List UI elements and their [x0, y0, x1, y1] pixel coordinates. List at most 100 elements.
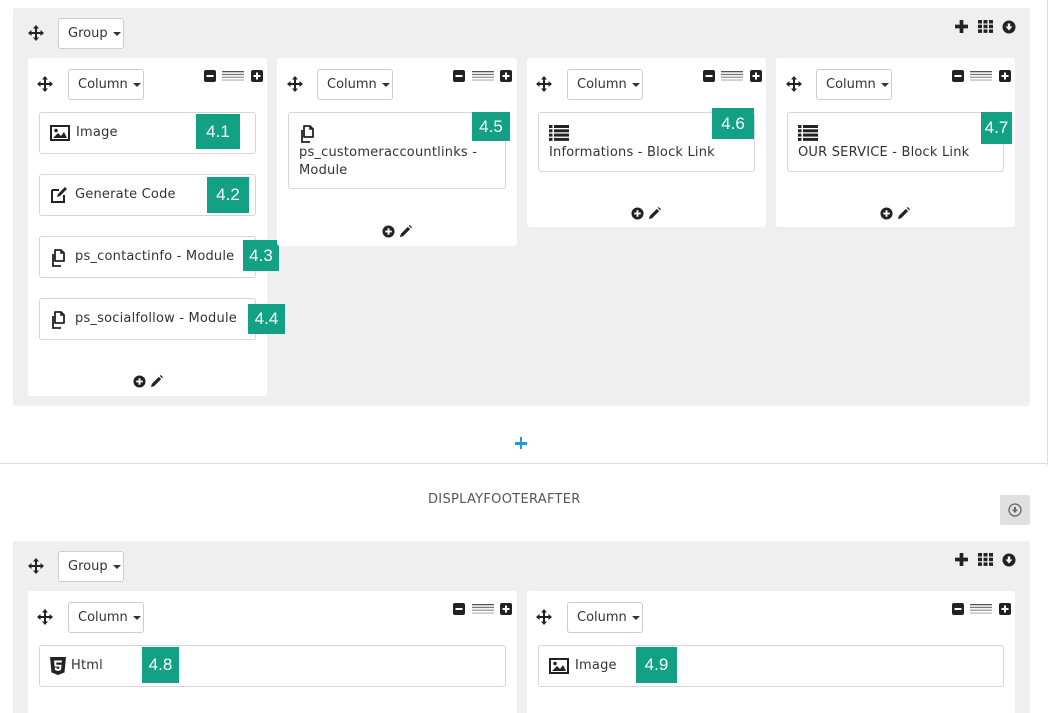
column-dropdown[interactable]: Column — [68, 69, 144, 100]
add-group-plus-icon-v — [519, 437, 523, 449]
collapse-down-icon — [1008, 503, 1022, 517]
block-number-badge: 4.9 — [636, 647, 677, 683]
block-number-badge: 4.6 — [712, 108, 754, 139]
minus-icon[interactable] — [952, 603, 964, 615]
module-icon — [50, 249, 68, 267]
block-number-badge: 4.3 — [243, 240, 279, 271]
move-icon[interactable] — [536, 76, 552, 92]
column-dropdown[interactable]: Column — [567, 69, 643, 100]
minus-icon[interactable] — [453, 603, 465, 615]
width-lines-icon — [472, 71, 494, 81]
block-label-line1: ps_customeraccountlinks - — [299, 145, 478, 160]
module-icon — [299, 125, 317, 143]
add-group-button[interactable] — [515, 437, 527, 449]
block-label: ps_contactinfo - Module — [75, 249, 235, 264]
group-dropdown-label: Group — [68, 26, 108, 41]
caret-down-icon — [381, 83, 390, 87]
plus-icon[interactable] — [251, 70, 263, 82]
column-dropdown[interactable]: Column — [68, 602, 144, 633]
column-layout-icon[interactable] — [978, 20, 993, 33]
minus-icon[interactable] — [453, 70, 465, 82]
add-block-icon[interactable] — [382, 225, 395, 238]
list-icon — [798, 125, 818, 141]
plus-icon[interactable] — [500, 603, 512, 615]
block-number-badge: 4.8 — [142, 647, 179, 683]
add-column-icon[interactable] — [955, 20, 968, 33]
block-label: Html — [71, 658, 103, 673]
hook-border-right — [1047, 0, 1048, 465]
edit-pencil-icon[interactable] — [399, 225, 412, 238]
plus-icon[interactable] — [750, 70, 762, 82]
move-icon[interactable] — [536, 609, 552, 625]
block-label: Image — [76, 125, 118, 140]
caret-down-icon — [112, 32, 121, 36]
column-dropdown[interactable]: Column — [317, 69, 393, 100]
plus-icon[interactable] — [999, 603, 1011, 615]
move-icon[interactable] — [28, 558, 44, 574]
group-dropdown-label: Group — [68, 559, 108, 574]
block-socialfollow[interactable]: ps_socialfollow - Module — [39, 298, 256, 340]
minus-icon[interactable] — [703, 70, 715, 82]
column-1 — [28, 58, 267, 396]
column-dropdown[interactable]: Column — [567, 602, 643, 633]
minus-icon[interactable] — [952, 70, 964, 82]
block-contactinfo[interactable]: ps_contactinfo - Module — [39, 236, 256, 278]
hook-collapse-button[interactable] — [1000, 495, 1030, 525]
column-dropdown-label: Column — [826, 77, 876, 92]
column-layout-icon[interactable] — [978, 553, 993, 566]
width-lines-icon — [970, 71, 992, 81]
column-dropdown-label: Column — [78, 610, 128, 625]
html5-icon — [50, 657, 66, 675]
collapse-down-icon[interactable] — [1002, 553, 1016, 567]
minus-icon[interactable] — [204, 70, 216, 82]
add-block-icon[interactable] — [133, 375, 146, 388]
caret-down-icon — [132, 83, 141, 87]
block-label: Informations - Block Link — [549, 145, 715, 160]
block-number-badge: 4.4 — [248, 304, 285, 334]
block-image[interactable]: Image — [538, 645, 1004, 687]
group-dropdown[interactable]: Group — [58, 551, 124, 582]
block-number-badge: 4.1 — [196, 114, 240, 149]
column-dropdown-label: Column — [577, 610, 627, 625]
plus-icon[interactable] — [500, 70, 512, 82]
add-block-icon[interactable] — [631, 207, 644, 220]
add-block-icon[interactable] — [880, 207, 893, 220]
block-label: OUR SERVICE - Block Link — [798, 145, 970, 160]
edit-pencil-icon[interactable] — [897, 207, 910, 220]
edit-pencil-icon[interactable] — [648, 207, 661, 220]
width-lines-icon — [721, 71, 743, 81]
move-icon[interactable] — [287, 76, 303, 92]
add-column-icon[interactable] — [955, 553, 968, 566]
column-dropdown-label: Column — [577, 77, 627, 92]
column-dropdown-label: Column — [327, 77, 377, 92]
plus-icon[interactable] — [999, 70, 1011, 82]
block-our-service[interactable]: OUR SERVICE - Block Link — [787, 112, 1004, 172]
caret-down-icon — [132, 616, 141, 620]
block-label: ps_socialfollow - Module — [75, 311, 237, 326]
block-number-badge: 4.2 — [207, 177, 249, 213]
move-icon[interactable] — [37, 76, 53, 92]
block-label: Image — [575, 658, 617, 673]
module-icon — [50, 311, 68, 329]
move-icon[interactable] — [786, 76, 802, 92]
column-dropdown-label: Column — [78, 77, 128, 92]
group-dropdown[interactable]: Group — [58, 18, 124, 49]
block-html[interactable]: Html — [39, 645, 506, 687]
column-dropdown[interactable]: Column — [816, 69, 892, 100]
caret-down-icon — [631, 83, 640, 87]
edit-icon — [50, 186, 68, 204]
collapse-down-icon[interactable] — [1002, 20, 1016, 34]
edit-pencil-icon[interactable] — [150, 375, 163, 388]
image-icon — [50, 125, 70, 141]
width-lines-icon — [970, 604, 992, 614]
block-label: Generate Code — [75, 187, 176, 202]
move-icon[interactable] — [37, 609, 53, 625]
hook-title: DISPLAYFOOTERAFTER — [428, 492, 581, 507]
move-icon[interactable] — [28, 25, 44, 41]
hook-separator — [0, 463, 1047, 464]
caret-down-icon — [112, 565, 121, 569]
block-number-badge: 4.5 — [472, 112, 510, 141]
list-icon — [549, 125, 569, 141]
image-icon — [549, 658, 569, 674]
caret-down-icon — [880, 83, 889, 87]
